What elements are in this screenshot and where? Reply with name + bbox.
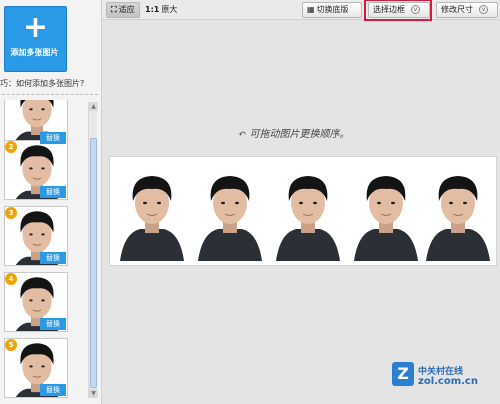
sidebar: + 添加多张图片 巧：如何添加多张图片? 替换 2 替换 3 替换 4 替换 5… (0, 0, 102, 404)
actual-size-button[interactable]: 1:1 原大 (140, 2, 182, 18)
replace-button[interactable]: 替换 (40, 384, 66, 396)
add-multiple-images-button[interactable]: + 添加多张图片 (4, 6, 67, 72)
thumbnail-list: 替换 2 替换 3 替换 4 替换 5 替换 (2, 100, 88, 400)
drag-hint: ↶ 可拖动图片更换顺序。 (238, 129, 350, 140)
photo-1[interactable] (116, 163, 188, 261)
fit-button[interactable]: ⛶ 适应 (106, 2, 140, 18)
photo-strip (109, 156, 497, 266)
thumbnail-3[interactable]: 3 替换 (4, 206, 68, 266)
chevron-down-icon: v (479, 5, 488, 14)
number-badge: 2 (5, 141, 17, 153)
toolbar: ⛶ 适应 1:1 原大 ▦ 切换底版 选择边框 v 修改尺寸 v (102, 0, 500, 20)
fit-screen-icon: ⛶ (111, 5, 117, 14)
photo-3[interactable] (272, 163, 344, 261)
number-badge: 4 (5, 273, 17, 285)
replace-button[interactable]: 替换 (40, 252, 66, 264)
template-icon: ▦ (307, 5, 315, 14)
thumbnail-4[interactable]: 4 替换 (4, 272, 68, 332)
zol-logo: Z (392, 362, 414, 386)
highlight-box (364, 0, 432, 21)
replace-button[interactable]: 替换 (40, 318, 66, 330)
scroll-down-arrow-icon[interactable]: ▼ (89, 389, 98, 398)
scroll-thumb[interactable] (90, 138, 97, 388)
thumbnail-5[interactable]: 5 替换 (4, 338, 68, 398)
number-badge: 3 (5, 207, 17, 219)
number-badge: 5 (5, 339, 17, 351)
photo-2[interactable] (194, 163, 266, 261)
thumbnail-2[interactable]: 2 替换 (4, 140, 68, 200)
photo-4[interactable] (350, 163, 422, 261)
replace-button[interactable]: 替换 (40, 186, 66, 198)
plus-icon: + (22, 10, 49, 45)
resize-dropdown[interactable]: 修改尺寸 v (436, 2, 498, 18)
photo-5[interactable] (422, 163, 494, 261)
divider (2, 94, 98, 95)
tip-link[interactable]: 巧：如何添加多张图片? (0, 78, 100, 89)
watermark-bottom: zol.com.cn (418, 376, 478, 387)
replace-button[interactable]: 替换 (40, 132, 66, 144)
switch-template-button[interactable]: ▦ 切换底版 (302, 2, 362, 18)
add-button-label: 添加多张图片 (10, 48, 59, 57)
scroll-up-arrow-icon[interactable]: ▲ (89, 102, 98, 111)
thumbnail-scrollbar[interactable]: ▲ ▼ (88, 102, 98, 398)
